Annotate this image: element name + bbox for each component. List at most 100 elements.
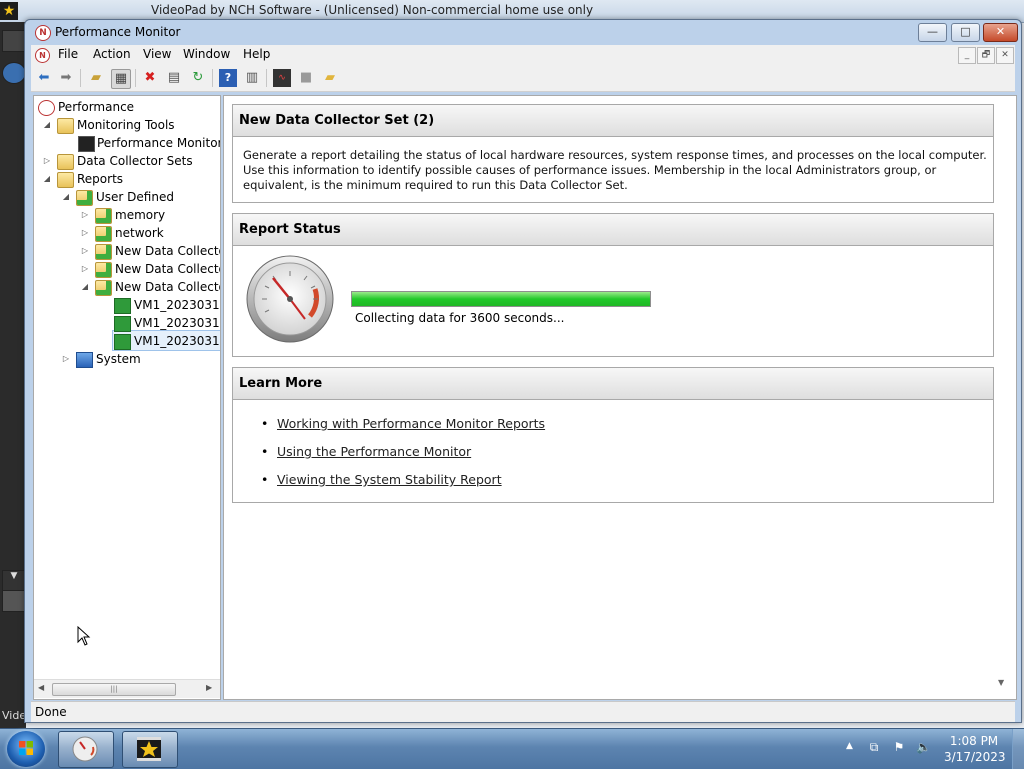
- monitor-chart-icon: [78, 136, 95, 152]
- navigation-tree: Performance ◢ Monitoring Tools Performan…: [33, 95, 221, 700]
- tree-item-label: Reports: [77, 172, 124, 186]
- tree-item-label: Data Collector Sets: [77, 154, 193, 168]
- maximize-button[interactable]: □: [951, 23, 980, 42]
- delete-icon[interactable]: ✖: [141, 69, 159, 87]
- up-folder-icon[interactable]: ▰: [87, 69, 105, 87]
- print-icon[interactable]: ▤: [165, 69, 183, 87]
- performance-monitor-icon: N: [35, 25, 51, 41]
- collector-set-description: Generate a report detailing the status o…: [243, 148, 987, 192]
- console-icon[interactable]: N: [35, 48, 50, 63]
- menu-window[interactable]: Window: [183, 47, 230, 61]
- report-progress-bar: [351, 291, 651, 307]
- toolbar-separator: [135, 69, 136, 87]
- scroll-down-icon[interactable]: ▼: [998, 678, 1004, 687]
- tree-item-label: New Data Collector: [115, 262, 221, 276]
- tree-item-label: VM1_20230317-(: [134, 298, 220, 312]
- report-folder-icon: [95, 226, 112, 242]
- folder-icon: [57, 118, 74, 134]
- tree-item-label: network: [115, 226, 164, 240]
- chevron-down-icon[interactable]: ▼: [2, 570, 26, 592]
- collapsed-arrow-icon[interactable]: ▷: [80, 242, 90, 260]
- bullet: •: [261, 472, 269, 487]
- tree-item-label: VM1_20230317-(: [134, 334, 220, 348]
- refresh-icon[interactable]: ↻: [189, 69, 207, 87]
- menu-bar: N File Action View Window Help _ 🗗 ✕: [31, 45, 1015, 65]
- window-title: Performance Monitor: [55, 25, 181, 39]
- close-button[interactable]: ✕: [983, 23, 1018, 42]
- link-using-performance-monitor[interactable]: Using the Performance Monitor: [277, 444, 471, 459]
- report-folder-icon: [95, 208, 112, 224]
- child-minimize-button[interactable]: _: [958, 47, 976, 64]
- report-status-title: Report Status: [233, 214, 993, 246]
- scroll-left-icon[interactable]: ◀: [38, 683, 44, 692]
- scroll-right-icon[interactable]: ▶: [206, 683, 212, 692]
- bullet: •: [261, 444, 269, 459]
- clock-date[interactable]: 3/17/2023: [944, 750, 1006, 764]
- show-desktop-button[interactable]: [1012, 729, 1024, 769]
- bullet: •: [261, 416, 269, 431]
- show-hidden-icons-icon[interactable]: ▲: [846, 741, 853, 751]
- menu-file[interactable]: File: [58, 47, 78, 61]
- tree-item-label: New Data Collector: [115, 244, 221, 258]
- toolbar: ⬅ ➡ ▰ ▦ ✖ ▤ ↻ ? ▥ ∿ ■ ▰: [31, 65, 1015, 92]
- menu-help[interactable]: Help: [243, 47, 270, 61]
- system-icon: [76, 352, 93, 368]
- link-system-stability-report[interactable]: Viewing the System Stability Report: [277, 472, 502, 487]
- collector-set-title: New Data Collector Set (2): [233, 105, 993, 137]
- collector-set-section: New Data Collector Set (2) Generate a re…: [232, 104, 994, 203]
- collapsed-arrow-icon[interactable]: ▷: [61, 350, 71, 368]
- window-titlebar[interactable]: N Performance Monitor — □ ✕: [25, 20, 1021, 44]
- stop-icon[interactable]: ■: [297, 69, 315, 87]
- forward-icon[interactable]: ➡: [57, 69, 75, 87]
- expanded-arrow-icon[interactable]: ◢: [61, 188, 71, 206]
- background-app-title: VideoPad by NCH Software - (Unlicensed) …: [151, 3, 594, 17]
- performance-monitor-icon: [72, 736, 98, 762]
- report-folder-icon: [95, 244, 112, 260]
- collapsed-arrow-icon[interactable]: ▷: [80, 206, 90, 224]
- child-restore-button[interactable]: 🗗: [977, 47, 995, 64]
- network-icon[interactable]: ⧉: [867, 740, 881, 754]
- help-icon[interactable]: ?: [219, 69, 237, 87]
- taskbar: ▲ ⧉ ⚑ 🔈 1:08 PM 3/17/2023: [0, 728, 1024, 769]
- taskbar-videopad[interactable]: [122, 731, 178, 768]
- scrollbar-thumb[interactable]: |||: [52, 683, 176, 696]
- background-tool-button[interactable]: [2, 62, 26, 84]
- back-icon[interactable]: ⬅: [35, 69, 53, 87]
- expanded-arrow-icon[interactable]: ◢: [80, 278, 90, 296]
- toolbar-separator: [266, 69, 267, 87]
- new-folder-icon[interactable]: ▰: [321, 69, 339, 87]
- show-hide-tree-icon[interactable]: ▦: [111, 69, 131, 89]
- taskbar-performance-monitor[interactable]: [58, 731, 114, 768]
- clock-time[interactable]: 1:08 PM: [944, 734, 1004, 748]
- background-app-label: Vide: [2, 709, 27, 722]
- minimize-button[interactable]: —: [918, 23, 947, 42]
- child-close-button[interactable]: ✕: [996, 47, 1014, 64]
- folder-icon: [57, 154, 74, 170]
- volume-icon[interactable]: 🔈: [916, 740, 931, 754]
- monitor-icon[interactable]: ∿: [273, 69, 291, 87]
- properties-icon[interactable]: ▥: [243, 69, 261, 87]
- folder-icon: [57, 172, 74, 188]
- report-folder-icon: [76, 190, 93, 206]
- tree-horizontal-scrollbar[interactable]: ◀ ||| ▶: [34, 679, 220, 698]
- collapsed-arrow-icon[interactable]: ▷: [42, 152, 52, 170]
- start-button[interactable]: [7, 731, 45, 767]
- tree-item-label: Monitoring Tools: [77, 118, 175, 132]
- videopad-icon: ★: [0, 2, 18, 20]
- menu-action[interactable]: Action: [93, 47, 131, 61]
- collapsed-arrow-icon[interactable]: ▷: [80, 260, 90, 278]
- progress-fill: [352, 292, 650, 306]
- background-tool-button[interactable]: [2, 590, 26, 612]
- learn-more-title: Learn More: [233, 368, 993, 400]
- collapsed-arrow-icon[interactable]: ▷: [80, 224, 90, 242]
- progress-message: Collecting data for 3600 seconds...: [355, 311, 565, 325]
- expanded-arrow-icon[interactable]: ◢: [42, 170, 52, 188]
- background-tool-button[interactable]: [2, 30, 26, 52]
- report-icon: [114, 334, 131, 350]
- mouse-cursor-icon: [77, 626, 91, 646]
- tree-item-label: User Defined: [96, 190, 174, 204]
- link-working-with-reports[interactable]: Working with Performance Monitor Reports: [277, 416, 545, 431]
- menu-view[interactable]: View: [143, 47, 171, 61]
- action-center-icon[interactable]: ⚑: [892, 740, 906, 754]
- expanded-arrow-icon[interactable]: ◢: [42, 116, 52, 134]
